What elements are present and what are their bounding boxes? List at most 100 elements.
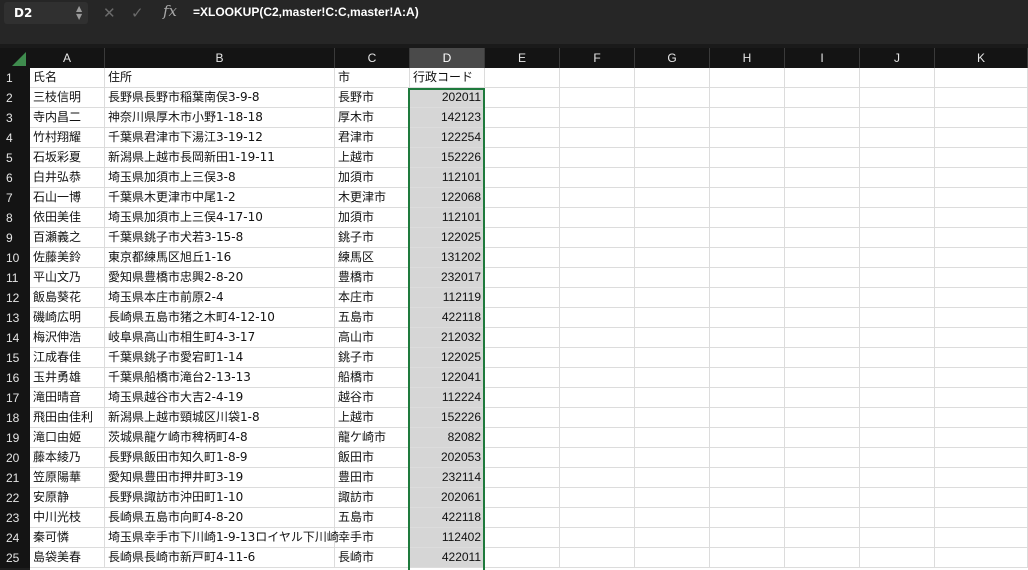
row-header[interactable]: 6 bbox=[0, 168, 30, 188]
empty-cell[interactable] bbox=[710, 268, 785, 288]
empty-cell[interactable] bbox=[860, 288, 935, 308]
empty-cell[interactable] bbox=[785, 348, 860, 368]
admin-code-cell[interactable]: 152226 bbox=[410, 148, 485, 168]
empty-cell[interactable] bbox=[785, 268, 860, 288]
empty-cell[interactable] bbox=[785, 368, 860, 388]
city-cell[interactable]: 船橋市 bbox=[335, 368, 410, 388]
address-cell[interactable]: 愛知県豊橋市忠興2-8-20 bbox=[105, 268, 335, 288]
empty-cell[interactable] bbox=[560, 68, 635, 88]
row-header[interactable]: 15 bbox=[0, 348, 30, 368]
empty-cell[interactable] bbox=[485, 508, 560, 528]
city-cell[interactable]: 銚子市 bbox=[335, 228, 410, 248]
name-cell[interactable]: 平山文乃 bbox=[30, 268, 105, 288]
city-cell[interactable]: 飯田市 bbox=[335, 448, 410, 468]
address-cell[interactable]: 埼玉県幸手市下川崎1-9-13ロイヤル下川崎 bbox=[105, 528, 339, 548]
empty-cell[interactable] bbox=[860, 148, 935, 168]
empty-cell[interactable] bbox=[560, 268, 635, 288]
empty-cell[interactable] bbox=[710, 188, 785, 208]
empty-cell[interactable] bbox=[560, 168, 635, 188]
empty-cell[interactable] bbox=[485, 348, 560, 368]
column-header-c[interactable]: C bbox=[335, 48, 410, 68]
empty-cell[interactable] bbox=[485, 88, 560, 108]
empty-cell[interactable] bbox=[635, 548, 710, 568]
empty-cell[interactable] bbox=[635, 168, 710, 188]
row-header[interactable]: 18 bbox=[0, 408, 30, 428]
empty-cell[interactable] bbox=[710, 248, 785, 268]
name-cell[interactable]: 石坂彩夏 bbox=[30, 148, 105, 168]
column-header-k[interactable]: K bbox=[935, 48, 1028, 68]
empty-cell[interactable] bbox=[635, 428, 710, 448]
empty-cell[interactable] bbox=[935, 88, 1028, 108]
name-cell[interactable]: 梅沢伸浩 bbox=[30, 328, 105, 348]
row-header[interactable]: 12 bbox=[0, 288, 30, 308]
column-header-i[interactable]: I bbox=[785, 48, 860, 68]
city-cell[interactable]: 厚木市 bbox=[335, 108, 410, 128]
address-cell[interactable]: 長野県長野市稲葉南俣3-9-8 bbox=[105, 88, 335, 108]
admin-code-cell[interactable]: 202011 bbox=[410, 88, 485, 108]
empty-cell[interactable] bbox=[710, 408, 785, 428]
address-cell[interactable]: 埼玉県本庄市前原2-4 bbox=[105, 288, 335, 308]
empty-cell[interactable] bbox=[710, 488, 785, 508]
empty-cell[interactable] bbox=[785, 168, 860, 188]
empty-cell[interactable] bbox=[860, 188, 935, 208]
empty-cell[interactable] bbox=[935, 128, 1028, 148]
address-cell[interactable]: 長野県飯田市知久町1-8-9 bbox=[105, 448, 335, 468]
city-cell[interactable]: 長野市 bbox=[335, 88, 410, 108]
city-cell[interactable]: 練馬区 bbox=[335, 248, 410, 268]
empty-cell[interactable] bbox=[635, 528, 710, 548]
row-header[interactable]: 13 bbox=[0, 308, 30, 328]
cancel-icon[interactable]: ✕ bbox=[103, 4, 116, 22]
admin-code-cell[interactable]: 422011 bbox=[410, 548, 485, 568]
empty-cell[interactable] bbox=[785, 468, 860, 488]
empty-cell[interactable] bbox=[485, 208, 560, 228]
name-cell[interactable]: 依田美佳 bbox=[30, 208, 105, 228]
empty-cell[interactable] bbox=[485, 108, 560, 128]
empty-cell[interactable] bbox=[635, 348, 710, 368]
empty-cell[interactable] bbox=[935, 328, 1028, 348]
address-cell[interactable]: 埼玉県越谷市大吉2-4-19 bbox=[105, 388, 335, 408]
empty-cell[interactable] bbox=[635, 128, 710, 148]
header-cell-d[interactable]: 行政コード bbox=[410, 68, 485, 88]
admin-code-cell[interactable]: 122068 bbox=[410, 188, 485, 208]
empty-cell[interactable] bbox=[485, 128, 560, 148]
row-header[interactable]: 1 bbox=[0, 68, 30, 88]
empty-cell[interactable] bbox=[485, 268, 560, 288]
name-cell[interactable]: 石山一博 bbox=[30, 188, 105, 208]
empty-cell[interactable] bbox=[560, 548, 635, 568]
empty-cell[interactable] bbox=[935, 408, 1028, 428]
empty-cell[interactable] bbox=[860, 488, 935, 508]
city-cell[interactable]: 幸手市 bbox=[335, 528, 410, 548]
empty-cell[interactable] bbox=[560, 428, 635, 448]
address-cell[interactable]: 岐阜県高山市相生町4-3-17 bbox=[105, 328, 335, 348]
empty-cell[interactable] bbox=[485, 468, 560, 488]
city-cell[interactable]: 諏訪市 bbox=[335, 488, 410, 508]
empty-cell[interactable] bbox=[635, 288, 710, 308]
admin-code-cell[interactable]: 131202 bbox=[410, 248, 485, 268]
empty-cell[interactable] bbox=[785, 308, 860, 328]
empty-cell[interactable] bbox=[935, 468, 1028, 488]
empty-cell[interactable] bbox=[860, 408, 935, 428]
empty-cell[interactable] bbox=[935, 508, 1028, 528]
empty-cell[interactable] bbox=[935, 228, 1028, 248]
empty-cell[interactable] bbox=[635, 388, 710, 408]
empty-cell[interactable] bbox=[785, 408, 860, 428]
column-header-e[interactable]: E bbox=[485, 48, 560, 68]
name-cell[interactable]: 滝田晴音 bbox=[30, 388, 105, 408]
empty-cell[interactable] bbox=[710, 348, 785, 368]
name-cell[interactable]: 中川光枝 bbox=[30, 508, 105, 528]
empty-cell[interactable] bbox=[935, 248, 1028, 268]
empty-cell[interactable] bbox=[860, 508, 935, 528]
admin-code-cell[interactable]: 142123 bbox=[410, 108, 485, 128]
city-cell[interactable]: 長崎市 bbox=[335, 548, 410, 568]
address-cell[interactable]: 長崎県五島市向町4-8-20 bbox=[105, 508, 335, 528]
row-header[interactable]: 25 bbox=[0, 548, 30, 568]
row-header[interactable]: 16 bbox=[0, 368, 30, 388]
address-cell[interactable]: 東京都練馬区旭丘1-16 bbox=[105, 248, 335, 268]
empty-cell[interactable] bbox=[710, 108, 785, 128]
name-cell[interactable]: 百瀬義之 bbox=[30, 228, 105, 248]
name-cell[interactable]: 秦可憐 bbox=[30, 528, 105, 548]
empty-cell[interactable] bbox=[710, 428, 785, 448]
empty-cell[interactable] bbox=[635, 328, 710, 348]
empty-cell[interactable] bbox=[710, 308, 785, 328]
empty-cell[interactable] bbox=[560, 328, 635, 348]
